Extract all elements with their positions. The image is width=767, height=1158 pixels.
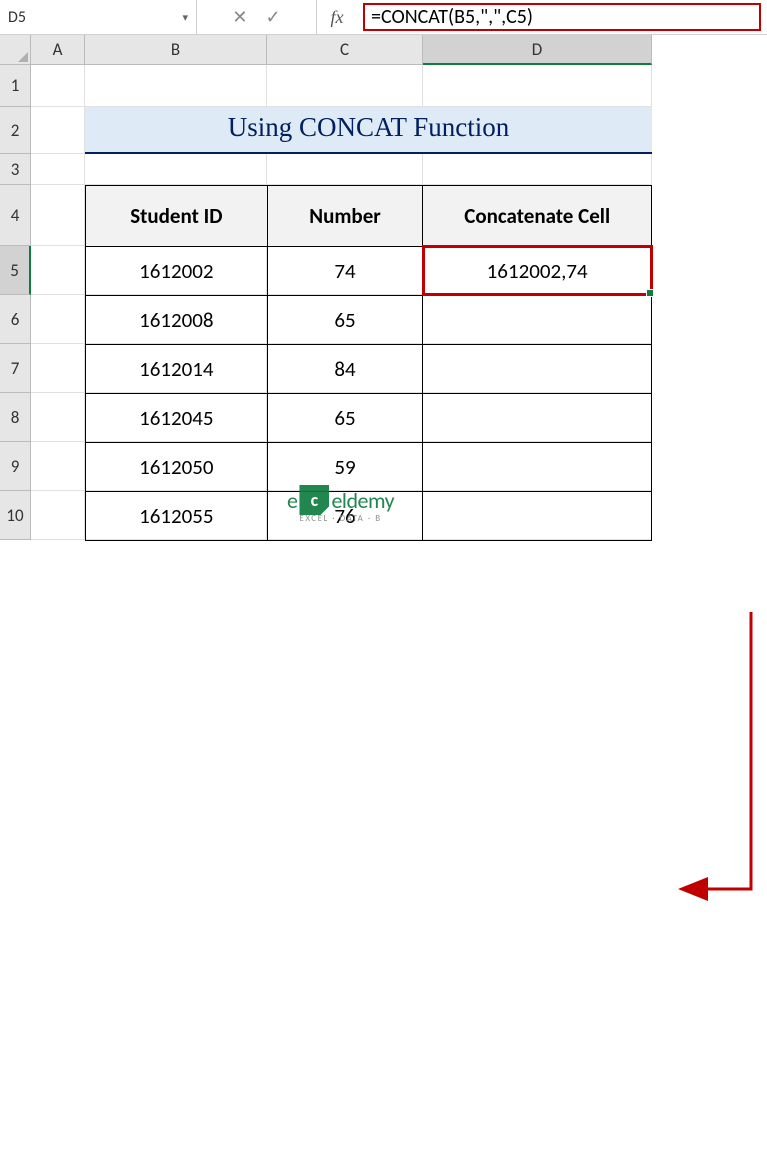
cell[interactable] [423, 154, 652, 185]
cell[interactable] [31, 107, 85, 154]
watermark-prefix: e [287, 487, 297, 514]
row-headers: 12345678910 [0, 65, 31, 540]
table-cell[interactable]: 1612008 [86, 296, 268, 345]
cell[interactable] [31, 295, 85, 344]
cell[interactable] [31, 393, 85, 442]
col-header-B[interactable]: B [85, 35, 267, 65]
section-title: Using CONCAT Function [85, 107, 652, 154]
row-header-1[interactable]: 1 [0, 65, 31, 107]
table-cell[interactable]: 65 [267, 394, 423, 443]
watermark-suffix: eldemy [331, 487, 394, 514]
select-all-corner[interactable] [0, 35, 31, 65]
cancel-icon[interactable]: ✕ [232, 6, 247, 28]
row-header-9[interactable]: 9 [0, 442, 31, 491]
table-cell[interactable]: 1612050 [86, 443, 268, 492]
formula-input[interactable] [363, 3, 761, 31]
cell[interactable] [31, 154, 85, 185]
cell[interactable] [31, 442, 85, 491]
table-cell[interactable]: 1612055 [86, 492, 268, 541]
col-header-D[interactable]: D [423, 35, 652, 65]
table-cell[interactable]: 1612002 [86, 247, 268, 296]
cell[interactable] [423, 65, 652, 107]
row-header-5[interactable]: 5 [0, 246, 31, 295]
row-header-8[interactable]: 8 [0, 393, 31, 442]
row-header-4[interactable]: 4 [0, 185, 31, 246]
table-cell[interactable]: 74 [267, 247, 423, 296]
table-cell[interactable]: 84 [267, 345, 423, 394]
cell[interactable] [31, 344, 85, 393]
spreadsheet-grid: 12345678910 ABCD Using CONCAT Function St… [0, 35, 767, 579]
col-header-A[interactable]: A [31, 35, 85, 65]
col-header-C[interactable]: C [267, 35, 423, 65]
table-cell[interactable]: 1612002,74 [423, 247, 652, 296]
table-header: Concatenate Cell [423, 186, 652, 247]
formula-bar-actions: ✕ ✓ [197, 0, 317, 34]
table-header: Number [267, 186, 423, 247]
table-cell[interactable]: 1612014 [86, 345, 268, 394]
watermark-logo: e c eldemy EXCEL · DATA · B [287, 485, 394, 524]
excel-icon: c [299, 485, 329, 515]
row-header-10[interactable]: 10 [0, 491, 31, 540]
table-cell[interactable] [423, 443, 652, 492]
row-header-7[interactable]: 7 [0, 344, 31, 393]
table-cell[interactable] [423, 296, 652, 345]
col-headers: ABCD [31, 35, 767, 65]
cell[interactable] [31, 65, 85, 107]
chevron-down-icon[interactable]: ▾ [182, 11, 188, 24]
cell[interactable] [267, 154, 423, 185]
table-cell[interactable] [423, 345, 652, 394]
cell[interactable] [85, 154, 267, 185]
table-cell[interactable]: 1612045 [86, 394, 268, 443]
cell[interactable] [31, 491, 85, 540]
formula-input-wrap [357, 0, 767, 34]
table-cell[interactable]: 65 [267, 296, 423, 345]
cell[interactable] [85, 65, 267, 107]
table-cell[interactable] [423, 394, 652, 443]
table-cell[interactable] [423, 492, 652, 541]
cell[interactable] [31, 246, 85, 295]
row-header-2[interactable]: 2 [0, 107, 31, 154]
table-header: Student ID [86, 186, 268, 247]
cell[interactable] [267, 65, 423, 107]
row-header-3[interactable]: 3 [0, 154, 31, 185]
cell[interactable] [31, 185, 85, 246]
formula-bar: D5 ▾ ✕ ✓ fx [0, 0, 767, 35]
name-box[interactable]: D5 ▾ [0, 0, 197, 34]
accept-icon[interactable]: ✓ [266, 6, 281, 28]
name-box-text: D5 [8, 8, 26, 27]
fx-icon[interactable]: fx [317, 0, 357, 34]
annotation-arrow [0, 579, 767, 1158]
row-header-6[interactable]: 6 [0, 295, 31, 344]
cells-area[interactable]: Using CONCAT Function Student IDNumberCon… [31, 65, 652, 540]
